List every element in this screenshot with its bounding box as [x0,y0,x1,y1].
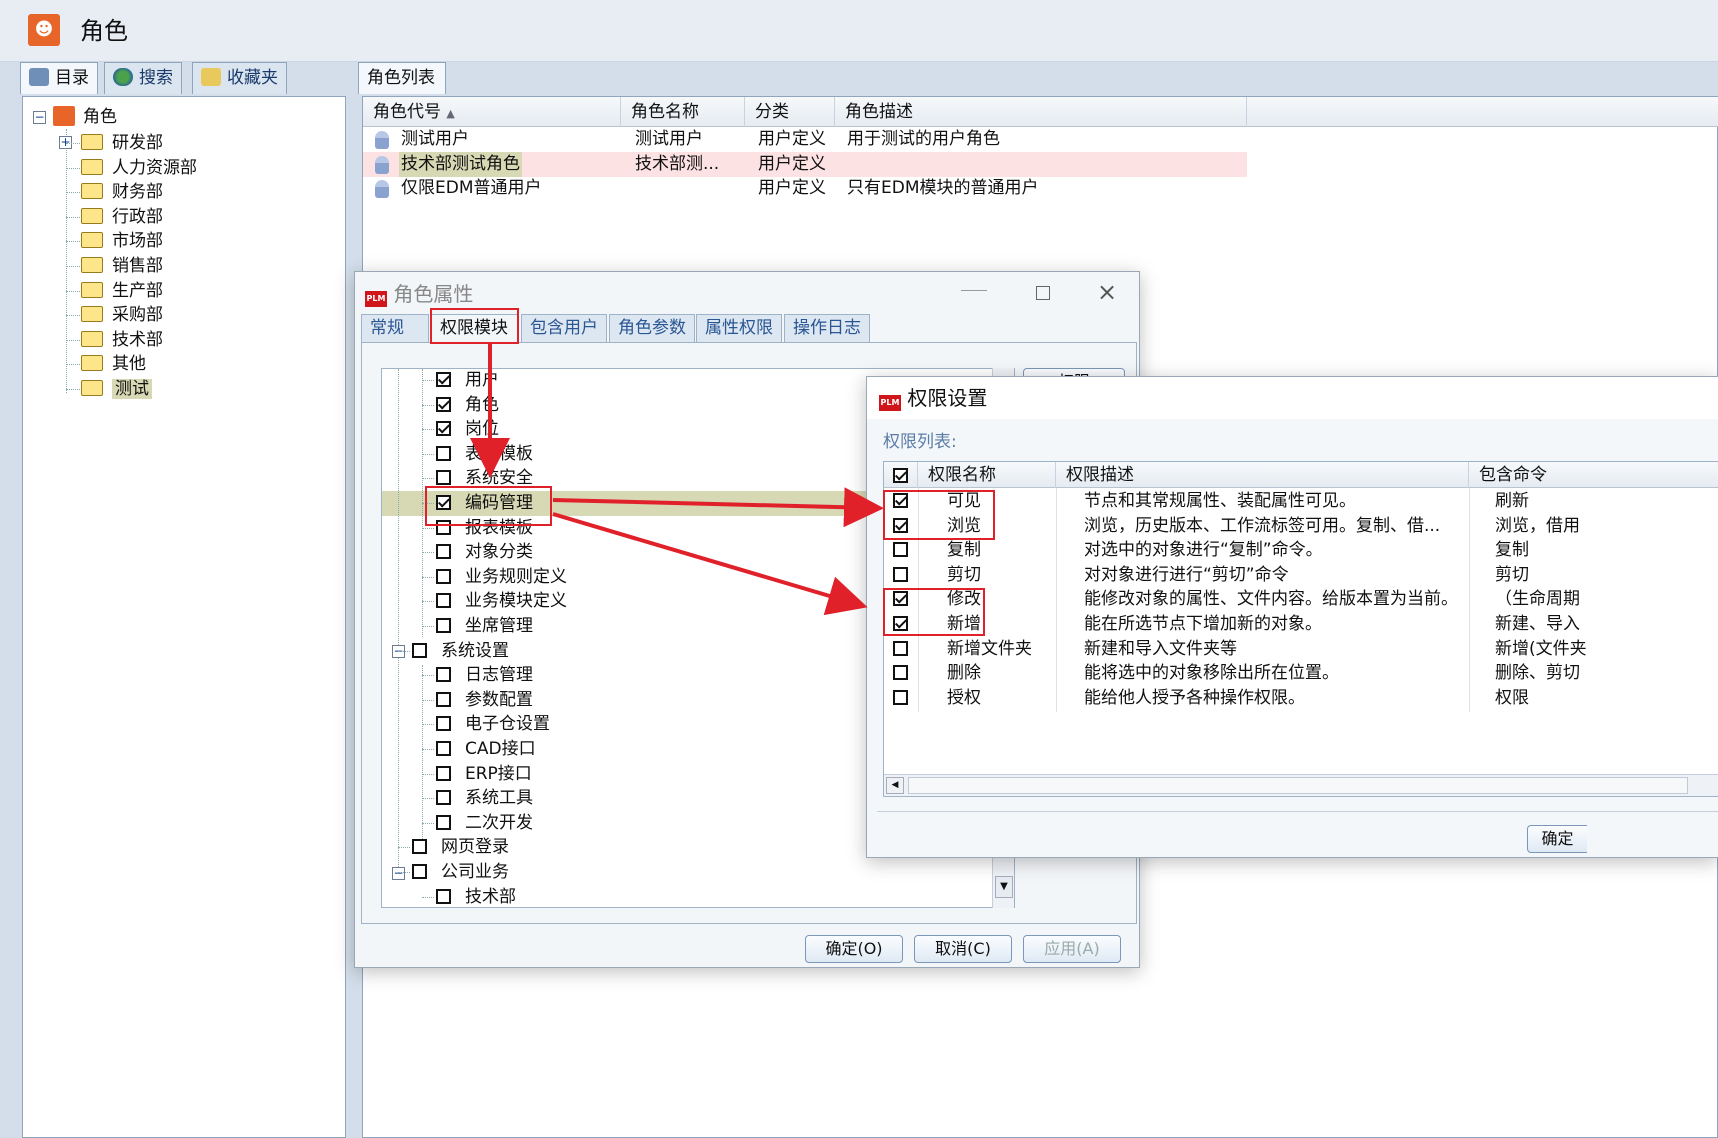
arrow-to-modify [552,512,868,616]
arrow-to-visible [552,487,884,528]
annotation-arrows [470,344,884,616]
